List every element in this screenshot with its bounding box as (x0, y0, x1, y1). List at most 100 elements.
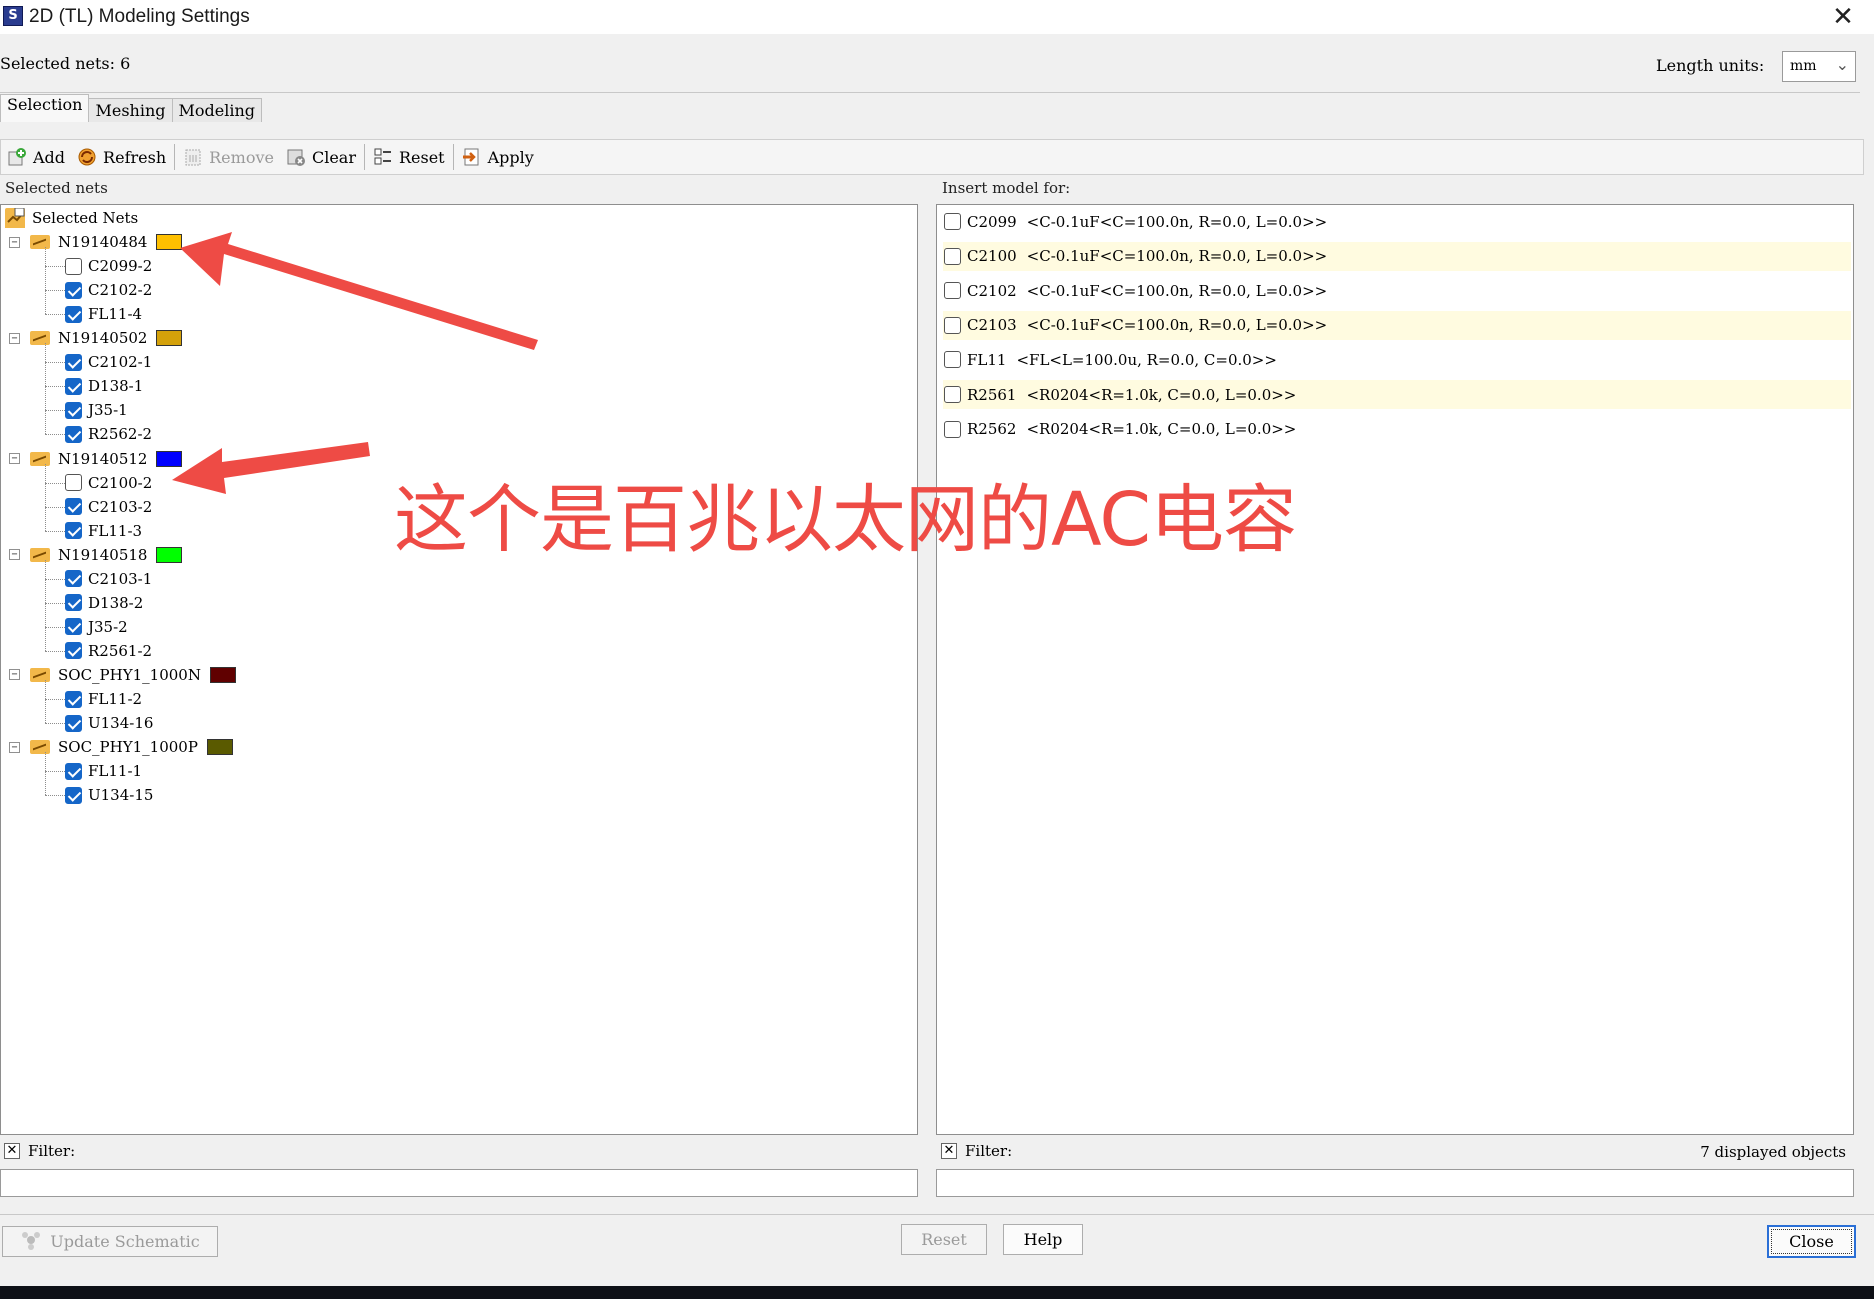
pin-node[interactable]: FL11-1 (65, 760, 142, 782)
net-node[interactable]: − SOC_PHY1_1000P (9, 736, 233, 758)
model-spec: <C-0.1uF<C=100.0n, R=0.0, L=0.0>> (1026, 281, 1328, 300)
pin-checkbox[interactable] (65, 690, 82, 708)
pin-checkbox[interactable] (65, 353, 82, 371)
pin-checkbox[interactable] (65, 594, 82, 612)
model-checkbox[interactable] (944, 351, 961, 369)
pin-checkbox[interactable] (65, 786, 82, 804)
apply-button[interactable]: Apply (456, 142, 540, 172)
pin-node[interactable]: C2102-1 (65, 351, 152, 373)
insert-model-list[interactable] (936, 204, 1854, 1135)
update-schematic-button[interactable]: Update Schematic (2, 1226, 218, 1257)
model-checkbox[interactable] (944, 247, 961, 265)
net-node[interactable]: − N19140518 (9, 544, 183, 566)
model-row[interactable]: C2100 <C-0.1uF<C=100.0n, R=0.0, L=0.0>> (943, 241, 1851, 271)
chevron-down-icon: ⌄ (1835, 55, 1849, 74)
tab-meshing[interactable]: Meshing (88, 98, 173, 122)
clear-filter-icon[interactable]: ✕ (941, 1143, 957, 1159)
model-checkbox[interactable] (944, 316, 961, 334)
pin-checkbox[interactable] (65, 425, 82, 443)
clear-icon (286, 147, 306, 167)
model-checkbox[interactable] (944, 420, 961, 438)
pin-node[interactable]: FL11-3 (65, 520, 142, 542)
model-checkbox[interactable] (944, 213, 961, 230)
pin-label: C2099-2 (88, 257, 153, 276)
pin-checkbox[interactable] (65, 474, 82, 492)
net-node[interactable]: − N19140502 (9, 327, 183, 349)
pin-node[interactable]: D138-2 (65, 592, 143, 614)
net-color-swatch[interactable] (156, 450, 183, 467)
left-filter-input[interactable] (0, 1169, 918, 1197)
tab-modeling[interactable]: Modeling (171, 98, 263, 122)
collapse-icon[interactable]: − (9, 549, 20, 561)
pin-checkbox[interactable] (65, 281, 82, 299)
close-button[interactable]: Close (1767, 1225, 1856, 1258)
clear-filter-icon[interactable]: ✕ (4, 1143, 20, 1159)
pin-checkbox[interactable] (65, 377, 82, 395)
tab-selection[interactable]: Selection (0, 94, 90, 122)
pin-checkbox[interactable] (65, 401, 82, 419)
collapse-icon[interactable]: − (9, 236, 20, 248)
pin-node[interactable]: R2561-2 (65, 640, 152, 662)
pin-node[interactable]: D138-1 (65, 375, 143, 397)
model-row[interactable]: C2102 <C-0.1uF<C=100.0n, R=0.0, L=0.0>> (943, 276, 1851, 305)
pin-node[interactable]: J35-2 (65, 616, 128, 638)
pin-checkbox[interactable] (65, 498, 82, 516)
net-color-swatch[interactable] (156, 234, 183, 251)
left-filter-row: ✕ Filter: (4, 1142, 75, 1160)
net-node[interactable]: − N19140512 (9, 448, 183, 470)
length-units-select[interactable]: mm ⌄ (1782, 51, 1856, 82)
pin-checkbox[interactable] (65, 522, 82, 540)
reset-button[interactable]: Reset (901, 1224, 987, 1255)
right-filter-input[interactable] (936, 1169, 1854, 1197)
reset-toolbar-button[interactable]: Reset (367, 142, 451, 172)
model-row[interactable]: FL11 <FL<L=100.0u, R=0.0, C=0.0>> (943, 345, 1851, 374)
tree-connector (45, 679, 46, 724)
close-window-icon[interactable]: ✕ (1826, 2, 1860, 32)
pin-node[interactable]: FL11-4 (65, 303, 142, 325)
add-button[interactable]: Add (1, 142, 71, 172)
net-color-swatch[interactable] (156, 546, 183, 563)
tree-root[interactable]: Selected Nets (5, 207, 138, 229)
collapse-icon[interactable]: − (9, 453, 20, 464)
pin-node[interactable]: J35-1 (65, 399, 128, 421)
pin-node[interactable]: C2100-2 (65, 472, 152, 494)
model-row[interactable]: C2103 <C-0.1uF<C=100.0n, R=0.0, L=0.0>> (943, 310, 1851, 340)
pin-node[interactable]: C2103-2 (65, 496, 152, 518)
collapse-icon[interactable]: − (9, 741, 20, 753)
remove-button[interactable]: Remove (177, 142, 280, 172)
model-checkbox[interactable] (944, 386, 961, 403)
selected-nets-tree[interactable]: Selected Nets − N19140484 C2099-2 C2102-2 FL… (0, 204, 918, 1135)
net-color-swatch[interactable] (156, 330, 183, 347)
net-color-swatch[interactable] (206, 739, 233, 756)
pin-node[interactable]: C2099-2 (65, 255, 152, 277)
collapse-icon[interactable]: − (9, 669, 20, 681)
net-node[interactable]: − N19140484 (9, 231, 183, 253)
pin-node[interactable]: C2103-1 (65, 568, 152, 590)
pin-label: C2102-1 (88, 353, 153, 372)
pin-label: C2103-1 (88, 569, 153, 588)
pin-checkbox[interactable] (65, 257, 82, 275)
clear-button[interactable]: Clear (280, 142, 362, 172)
pin-checkbox[interactable] (65, 305, 82, 323)
net-color-swatch[interactable] (209, 666, 236, 683)
selected-nets-group-label: Selected nets (2, 179, 111, 197)
pin-checkbox[interactable] (65, 618, 82, 636)
pin-checkbox[interactable] (65, 714, 82, 732)
pin-checkbox[interactable] (65, 762, 82, 780)
pin-node[interactable]: C2102-2 (65, 279, 152, 301)
pin-node[interactable]: R2562-2 (65, 423, 152, 445)
net-label: SOC_PHY1_1000P (58, 738, 198, 757)
pin-checkbox[interactable] (65, 570, 82, 588)
model-row[interactable]: C2099 <C-0.1uF<C=100.0n, R=0.0, L=0.0>> (943, 207, 1851, 236)
pin-checkbox[interactable] (65, 642, 82, 660)
net-node[interactable]: − SOC_PHY1_1000N (9, 664, 236, 686)
refresh-button[interactable]: Refresh (71, 142, 172, 172)
collapse-icon[interactable]: − (9, 332, 20, 344)
model-row[interactable]: R2561 <R0204<R=1.0k, C=0.0, L=0.0>> (943, 380, 1851, 409)
pin-node[interactable]: U134-16 (65, 712, 153, 734)
model-row[interactable]: R2562 <R0204<R=1.0k, C=0.0, L=0.0>> (943, 415, 1851, 444)
help-button[interactable]: Help (1003, 1224, 1083, 1255)
pin-node[interactable]: U134-15 (65, 784, 153, 806)
pin-node[interactable]: FL11-2 (65, 688, 142, 710)
model-checkbox[interactable] (944, 282, 961, 300)
